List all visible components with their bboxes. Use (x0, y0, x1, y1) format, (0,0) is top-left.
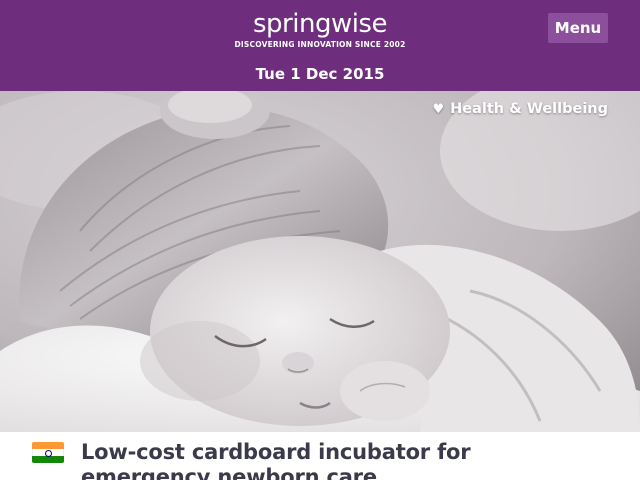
india-flag-icon (32, 442, 64, 463)
page: springwise DISCOVERING INNOVATION SINCE … (0, 0, 640, 480)
sleeping-baby-photo (0, 91, 640, 432)
category-link[interactable]: ♥ Health & Wellbeing (432, 100, 608, 119)
menu-button[interactable]: Menu (548, 13, 608, 43)
article-header: Low-cost cardboard incubator for emergen… (0, 432, 640, 480)
hero-image: ♥ Health & Wellbeing (0, 91, 640, 432)
heart-icon: ♥ (432, 102, 445, 117)
article-date: Tue 1 Dec 2015 (255, 65, 385, 83)
article-title: Low-cost cardboard incubator for emergen… (81, 440, 471, 480)
logo-tagline: DISCOVERING INNOVATION SINCE 2002 (234, 40, 406, 49)
category-label: Health & Wellbeing (450, 101, 608, 117)
springwise-logo[interactable]: springwise DISCOVERING INNOVATION SINCE … (0, 9, 640, 50)
site-header: springwise DISCOVERING INNOVATION SINCE … (0, 0, 640, 91)
logo-wordmark: springwise (253, 9, 387, 39)
